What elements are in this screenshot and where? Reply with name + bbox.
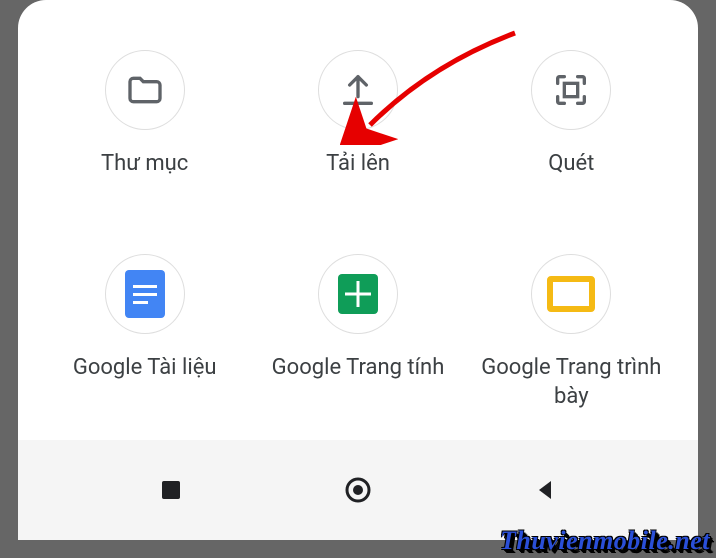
slides-icon bbox=[531, 254, 611, 334]
sheets-icon bbox=[318, 254, 398, 334]
option-label: Thư mục bbox=[101, 150, 188, 206]
nav-home-button[interactable] bbox=[328, 460, 388, 520]
option-label: Quét bbox=[548, 150, 594, 206]
option-scan[interactable]: Quét bbox=[465, 50, 678, 206]
upload-icon bbox=[318, 50, 398, 130]
option-label: Google Trang tính bbox=[272, 354, 445, 410]
option-google-sheets[interactable]: Google Trang tính bbox=[251, 254, 464, 411]
option-label: Tải lên bbox=[326, 150, 390, 206]
scan-icon bbox=[531, 50, 611, 130]
folder-icon bbox=[105, 50, 185, 130]
nav-back-button[interactable] bbox=[515, 460, 575, 520]
option-folder[interactable]: Thư mục bbox=[38, 50, 251, 206]
docs-icon bbox=[105, 254, 185, 334]
nav-recent-button[interactable] bbox=[141, 460, 201, 520]
create-new-bottom-sheet: Thư mục Tải lên Quét Google T bbox=[18, 0, 698, 440]
android-nav-bar bbox=[18, 440, 698, 540]
watermark-text: Thuvienmobile.net bbox=[500, 526, 710, 556]
option-label: Google Tài liệu bbox=[73, 354, 217, 410]
option-google-docs[interactable]: Google Tài liệu bbox=[38, 254, 251, 411]
options-grid: Thư mục Tải lên Quét Google T bbox=[38, 50, 678, 411]
option-google-slides[interactable]: Google Trang trình bày bbox=[465, 254, 678, 411]
option-label: Google Trang trình bày bbox=[465, 354, 678, 411]
option-upload[interactable]: Tải lên bbox=[251, 50, 464, 206]
